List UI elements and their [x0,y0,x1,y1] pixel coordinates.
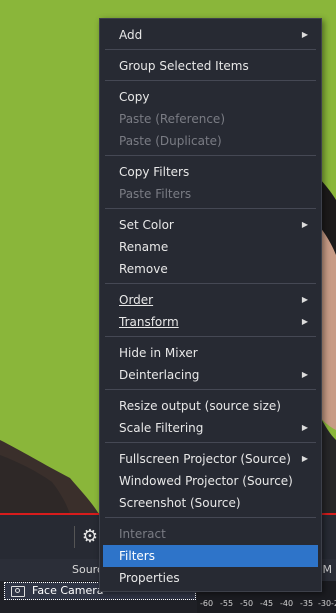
menu-item-label: Filters [119,549,155,563]
menu-item-label: Transform [119,315,179,329]
menu-item-screenshot[interactable]: Screenshot (Source) [100,492,321,514]
menu-item-windowed-projector[interactable]: Windowed Projector (Source) [100,470,321,492]
gear-icon[interactable]: ⚙ [80,527,100,547]
submenu-arrow-icon: ▶ [301,220,308,229]
menu-item-group-selected[interactable]: Group Selected Items [100,55,321,77]
meter-tick: -45 [260,599,274,608]
submenu-arrow-icon: ▶ [301,423,308,432]
menu-item-label: Screenshot (Source) [119,496,241,510]
menu-item-deinterlacing[interactable]: Deinterlacing ▶ [100,364,321,386]
menu-item-paste-reference: Paste (Reference) [100,108,321,130]
menu-item-hide-in-mixer[interactable]: Hide in Mixer [100,342,321,364]
meter-tick: -50 [240,599,254,608]
menu-item-label: Order [119,293,154,307]
menu-item-label: Paste (Duplicate) [119,134,222,148]
menu-item-label: Remove [119,262,168,276]
menu-item-transform[interactable]: Transform ▶ [100,311,321,333]
menu-item-label: Group Selected Items [119,59,249,73]
menu-item-label: Resize output (source size) [119,399,281,413]
meter-tick: -55 [220,599,234,608]
menu-item-label: Windowed Projector (Source) [119,474,293,488]
camera-icon [11,586,25,597]
menu-item-label: Fullscreen Projector (Source) [119,452,291,466]
menu-item-label: Scale Filtering [119,421,204,435]
menu-item-label: Hide in Mixer [119,346,198,360]
menu-item-paste-filters: Paste Filters [100,183,321,205]
menu-item-order[interactable]: Order ▶ [100,289,321,311]
meter-tick: -2 [331,599,336,608]
menu-item-rename[interactable]: Rename [100,236,321,258]
menu-item-label: Deinterlacing [119,368,200,382]
submenu-arrow-icon: ▶ [301,295,308,304]
menu-separator [105,283,316,284]
menu-item-interact: Interact [100,523,321,545]
submenu-arrow-icon: ▶ [301,30,308,39]
menu-item-add[interactable]: Add ▶ [100,24,321,46]
menu-item-paste-duplicate: Paste (Duplicate) [100,130,321,152]
menu-item-remove[interactable]: Remove [100,258,321,280]
submenu-arrow-icon: ▶ [301,317,308,326]
source-context-menu: Add ▶ Group Selected Items Copy Paste (R… [99,18,322,592]
menu-item-properties[interactable]: Properties [100,567,321,589]
submenu-arrow-icon: ▶ [301,454,308,463]
menu-item-label: Copy Filters [119,165,190,179]
source-item-label: Face Camera [32,584,104,597]
menu-item-filters[interactable]: Filters [103,545,318,567]
meter-tick: -60 [200,599,214,608]
menu-separator [105,49,316,50]
meter-tick: -35 [300,599,314,608]
menu-separator [105,80,316,81]
menu-separator [105,208,316,209]
menu-item-label: Copy [119,90,150,104]
menu-item-label: Properties [119,571,180,585]
menu-item-copy-filters[interactable]: Copy Filters [100,161,321,183]
menu-item-label: Add [119,28,143,42]
menu-item-label: Paste Filters [119,187,192,201]
menu-item-fullscreen-projector[interactable]: Fullscreen Projector (Source) ▶ [100,448,321,470]
menu-item-label: Interact [119,527,166,541]
menu-separator [105,389,316,390]
menu-item-label: Paste (Reference) [119,112,225,126]
menu-separator [105,442,316,443]
menu-item-scale-filtering[interactable]: Scale Filtering ▶ [100,417,321,439]
menu-separator [105,336,316,337]
toolbar-divider [74,526,75,548]
meter-tick: -40 [280,599,294,608]
menu-item-set-color[interactable]: Set Color ▶ [100,214,321,236]
submenu-arrow-icon: ▶ [301,370,308,379]
menu-separator [105,517,316,518]
menu-item-label: Rename [119,240,169,254]
menu-item-copy[interactable]: Copy [100,86,321,108]
menu-item-label: Set Color [119,218,174,232]
volume-meter-scale: -60 -55 -50 -45 -40 -35 -30 -2 [197,599,336,613]
menu-separator [105,155,316,156]
meter-tick: -30 [318,599,332,608]
menu-item-resize-output[interactable]: Resize output (source size) [100,395,321,417]
